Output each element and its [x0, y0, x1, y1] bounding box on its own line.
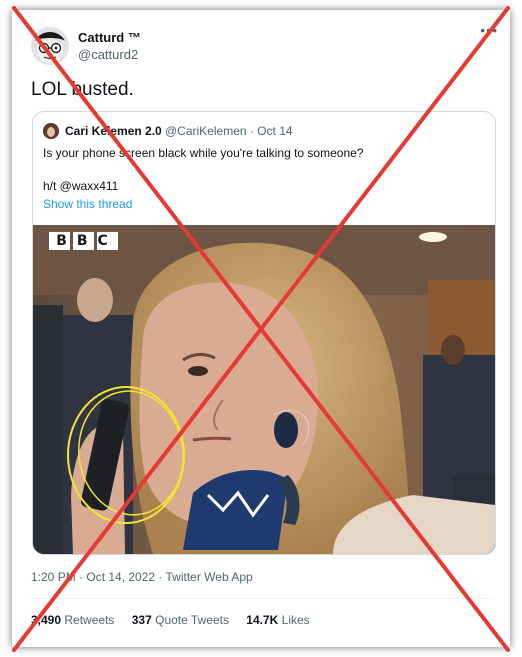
bbc-watermark-text: BBC [56, 233, 118, 249]
tweet-card: Catturd ™ @catturd2 ••• LOL busted. Cari… [12, 10, 510, 647]
quoted-author-handle[interactable]: @CariKelemen · Oct 14 [165, 124, 293, 138]
more-dots-icon[interactable]: ••• [480, 22, 498, 38]
quoted-tweet-text: Is your phone screen black while you're … [43, 146, 364, 160]
tweet-timestamp[interactable]: 1:20 PM · Oct 14, 2022 · Twitter Web App [31, 570, 253, 584]
retweets-count: 3,490 [31, 613, 62, 627]
quoted-hat-tip: h/t @waxx411 [43, 179, 119, 193]
quoted-media-image[interactable] [33, 225, 495, 554]
catturd-avatar-icon [31, 27, 69, 65]
quoted-author-name[interactable]: Cari Kelemen 2.0 [65, 124, 162, 138]
bbc-watermark-letters: BBC [49, 232, 119, 250]
quote-tweets-label: Quote Tweets [155, 613, 229, 627]
quoted-avatar-icon [43, 123, 59, 139]
quote-tweets-count: 337 [131, 613, 152, 627]
likes-stat[interactable]: 14.7K Likes [246, 613, 309, 627]
retweets-label: Retweets [64, 613, 115, 627]
divider [31, 598, 493, 599]
retweets-stat[interactable]: 3,490 Retweets [31, 613, 114, 627]
tweet-text: LOL busted. [31, 79, 134, 100]
show-thread-link[interactable]: Show this thread [43, 197, 132, 211]
author-avatar[interactable] [31, 27, 69, 65]
likes-label: Likes [281, 613, 310, 627]
quoted-author-avatar[interactable] [43, 123, 59, 139]
author-handle[interactable]: @catturd2 [78, 47, 138, 62]
author-name[interactable]: Catturd ™ [78, 30, 141, 45]
likes-count: 14.7K [246, 613, 279, 627]
tweet-stats: 3,490 Retweets 337 Quote Tweets 14.7K Li… [31, 613, 324, 627]
quoted-tweet[interactable]: Cari Kelemen 2.0 @CariKelemen · Oct 14 I… [32, 111, 496, 555]
quote-tweets-stat[interactable]: 337 Quote Tweets [132, 613, 229, 627]
